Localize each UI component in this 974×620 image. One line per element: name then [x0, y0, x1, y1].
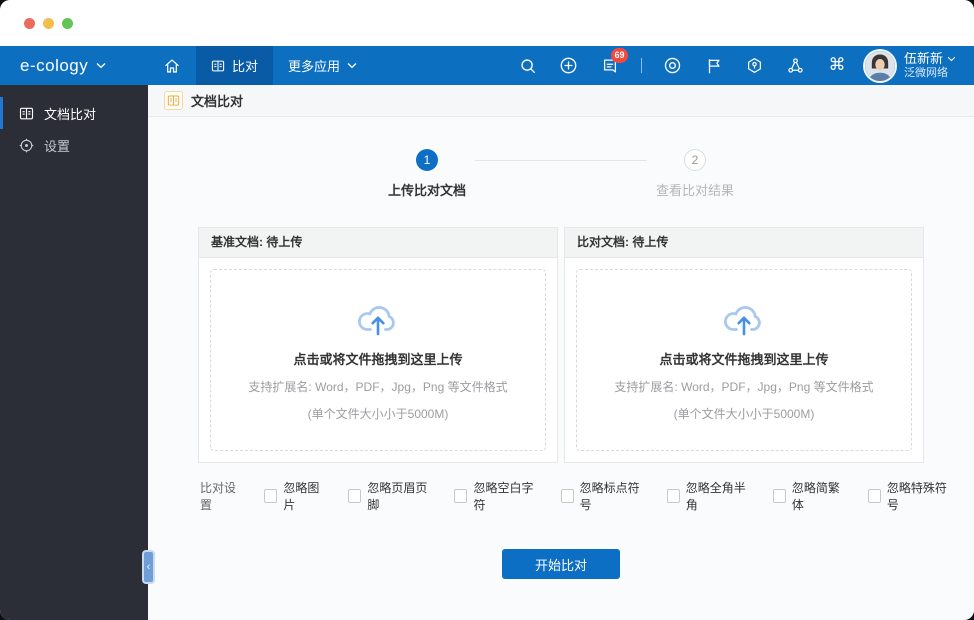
header-icon-bar: 69 ⌘ — [518, 46, 865, 85]
upload-formats: 支持扩展名: Word，PDF，Jpg，Png 等文件格式 — [248, 379, 508, 394]
content-area: 文档比对 1 上传比对文档 2 查看比对结果 基准文档: 待上传 点击或将文件拖… — [148, 85, 974, 620]
ignore-simplified-traditional-checkbox[interactable] — [772, 489, 786, 503]
step-indicator: 1 上传比对文档 2 查看比对结果 — [148, 149, 974, 199]
option-label: 忽略标点符号 — [579, 481, 640, 512]
search-icon[interactable] — [518, 56, 538, 76]
minimize-window-button[interactable] — [43, 17, 54, 29]
step-number: 2 — [684, 149, 706, 171]
upload-size-limit: (单个文件大小小于5000M) — [673, 406, 815, 421]
app-logo[interactable]: e-cology — [0, 46, 148, 85]
step-connector — [475, 160, 647, 161]
chevron-down-icon — [947, 56, 956, 62]
add-icon[interactable] — [559, 56, 579, 76]
flag-icon[interactable] — [704, 56, 724, 76]
option-ignore-fullwidth[interactable]: 忽略全角半角 — [666, 479, 752, 513]
compare-upload-dropzone[interactable]: 点击或将文件拖拽到这里上传 支持扩展名: Word，PDF，Jpg，Png 等文… — [576, 269, 912, 451]
compare-icon — [211, 59, 225, 73]
ignore-fullwidth-checkbox[interactable] — [666, 489, 680, 503]
gear-icon — [19, 138, 34, 153]
step-result: 2 查看比对结果 — [647, 149, 743, 199]
user-name: 伍新新 — [903, 50, 943, 66]
workflow-badge-icon[interactable] — [745, 56, 765, 76]
step-label: 查看比对结果 — [655, 183, 734, 198]
share-network-icon[interactable] — [786, 56, 806, 76]
cloud-upload-icon — [354, 299, 402, 337]
step-upload: 1 上传比对文档 — [379, 149, 475, 199]
option-label: 忽略全角半角 — [685, 481, 746, 512]
panel-title: 基准文档: 待上传 — [199, 228, 557, 258]
upload-formats: 支持扩展名: Word，PDF，Jpg，Png 等文件格式 — [614, 379, 874, 394]
ignore-header-footer-checkbox[interactable] — [348, 489, 362, 503]
base-document-panel: 基准文档: 待上传 点击或将文件拖拽到这里上传 支持扩展名: Word，PDF，… — [198, 227, 558, 463]
upload-hint: 点击或将文件拖拽到这里上传 — [293, 351, 463, 367]
upload-size-limit: (单个文件大小小于5000M) — [307, 406, 449, 421]
option-ignore-simplified-traditional[interactable]: 忽略简繁体 — [772, 479, 847, 513]
ignore-special-chars-checkbox[interactable] — [867, 489, 881, 503]
notification-badge: 69 — [610, 47, 628, 63]
compare-settings-label: 比对设置 — [200, 481, 237, 512]
option-ignore-punctuation[interactable]: 忽略标点符号 — [560, 479, 646, 513]
close-window-button[interactable] — [24, 17, 35, 29]
home-icon — [163, 57, 181, 75]
option-label: 忽略特殊符号 — [886, 481, 947, 512]
compare-icon — [164, 91, 183, 110]
sidebar-item-settings[interactable]: 设置 — [0, 129, 148, 161]
messages-icon[interactable]: 69 — [600, 47, 628, 76]
user-org: 泛微网络 — [903, 66, 948, 79]
tab-more-apps-label: 更多应用 — [288, 59, 341, 74]
option-ignore-special-chars[interactable]: 忽略特殊符号 — [867, 479, 953, 513]
nav-home-button[interactable] — [148, 46, 196, 85]
service-icon[interactable] — [663, 56, 683, 76]
panel-title: 比对文档: 待上传 — [565, 228, 923, 258]
option-label: 忽略图片 — [283, 481, 320, 512]
app-logo-text: e-cology — [20, 55, 89, 75]
step-number: 1 — [416, 149, 438, 171]
compare-settings-row: 比对设置 忽略图片 忽略页眉页脚 忽略空白字符 忽略标点符号 忽略全角半角 忽略… — [148, 479, 974, 513]
tab-compare-label: 比对 — [232, 59, 259, 74]
window-titlebar — [0, 0, 974, 46]
sidebar-collapse-handle[interactable]: ‹ — [142, 550, 155, 584]
app-header: e-cology 比对 更多应用 69 ⌘ 伍新新 泛微网络 — [0, 46, 974, 85]
maximize-window-button[interactable] — [62, 17, 73, 29]
upload-hint: 点击或将文件拖拽到这里上传 — [659, 351, 829, 367]
sidebar: 文档比对 设置 ‹ — [0, 85, 155, 620]
ignore-images-checkbox[interactable] — [264, 489, 278, 503]
compare-icon — [19, 106, 34, 121]
option-label: 忽略空白字符 — [473, 481, 534, 512]
breadcrumb: 文档比对 — [148, 85, 974, 117]
command-icon[interactable]: ⌘ — [827, 56, 847, 76]
chevron-down-icon — [347, 62, 357, 69]
option-label: 忽略页眉页脚 — [367, 481, 428, 512]
option-label: 忽略简繁体 — [791, 481, 840, 512]
option-ignore-images[interactable]: 忽略图片 — [264, 479, 327, 513]
tab-more-apps[interactable]: 更多应用 — [273, 46, 372, 85]
option-ignore-whitespace[interactable]: 忽略空白字符 — [454, 479, 539, 513]
base-upload-dropzone[interactable]: 点击或将文件拖拽到这里上传 支持扩展名: Word，PDF，Jpg，Png 等文… — [210, 269, 546, 451]
sidebar-item-label: 设置 — [44, 138, 71, 154]
sidebar-item-label: 文档比对 — [44, 106, 97, 122]
chevron-down-icon — [96, 62, 106, 69]
start-compare-button[interactable]: 开始比对 — [502, 549, 620, 579]
page-title: 文档比对 — [191, 94, 244, 109]
sidebar-item-doc-compare[interactable]: 文档比对 — [0, 97, 148, 129]
icon-divider — [640, 58, 642, 73]
tab-compare[interactable]: 比对 — [196, 46, 274, 85]
ignore-whitespace-checkbox[interactable] — [454, 489, 468, 503]
collapse-chevron-icon: ‹ — [146, 561, 151, 573]
option-ignore-header-footer[interactable]: 忽略页眉页脚 — [348, 479, 433, 513]
compare-document-panel: 比对文档: 待上传 点击或将文件拖拽到这里上传 支持扩展名: Word，PDF，… — [564, 227, 924, 463]
cloud-upload-icon — [720, 299, 768, 337]
app-window: e-cology 比对 更多应用 69 ⌘ 伍新新 泛微网络 文档比对 设置 ‹… — [0, 0, 974, 620]
step-label: 上传比对文档 — [387, 183, 466, 198]
avatar — [864, 50, 895, 81]
user-menu[interactable]: 伍新新 泛微网络 — [864, 46, 974, 85]
ignore-punctuation-checkbox[interactable] — [560, 489, 574, 503]
